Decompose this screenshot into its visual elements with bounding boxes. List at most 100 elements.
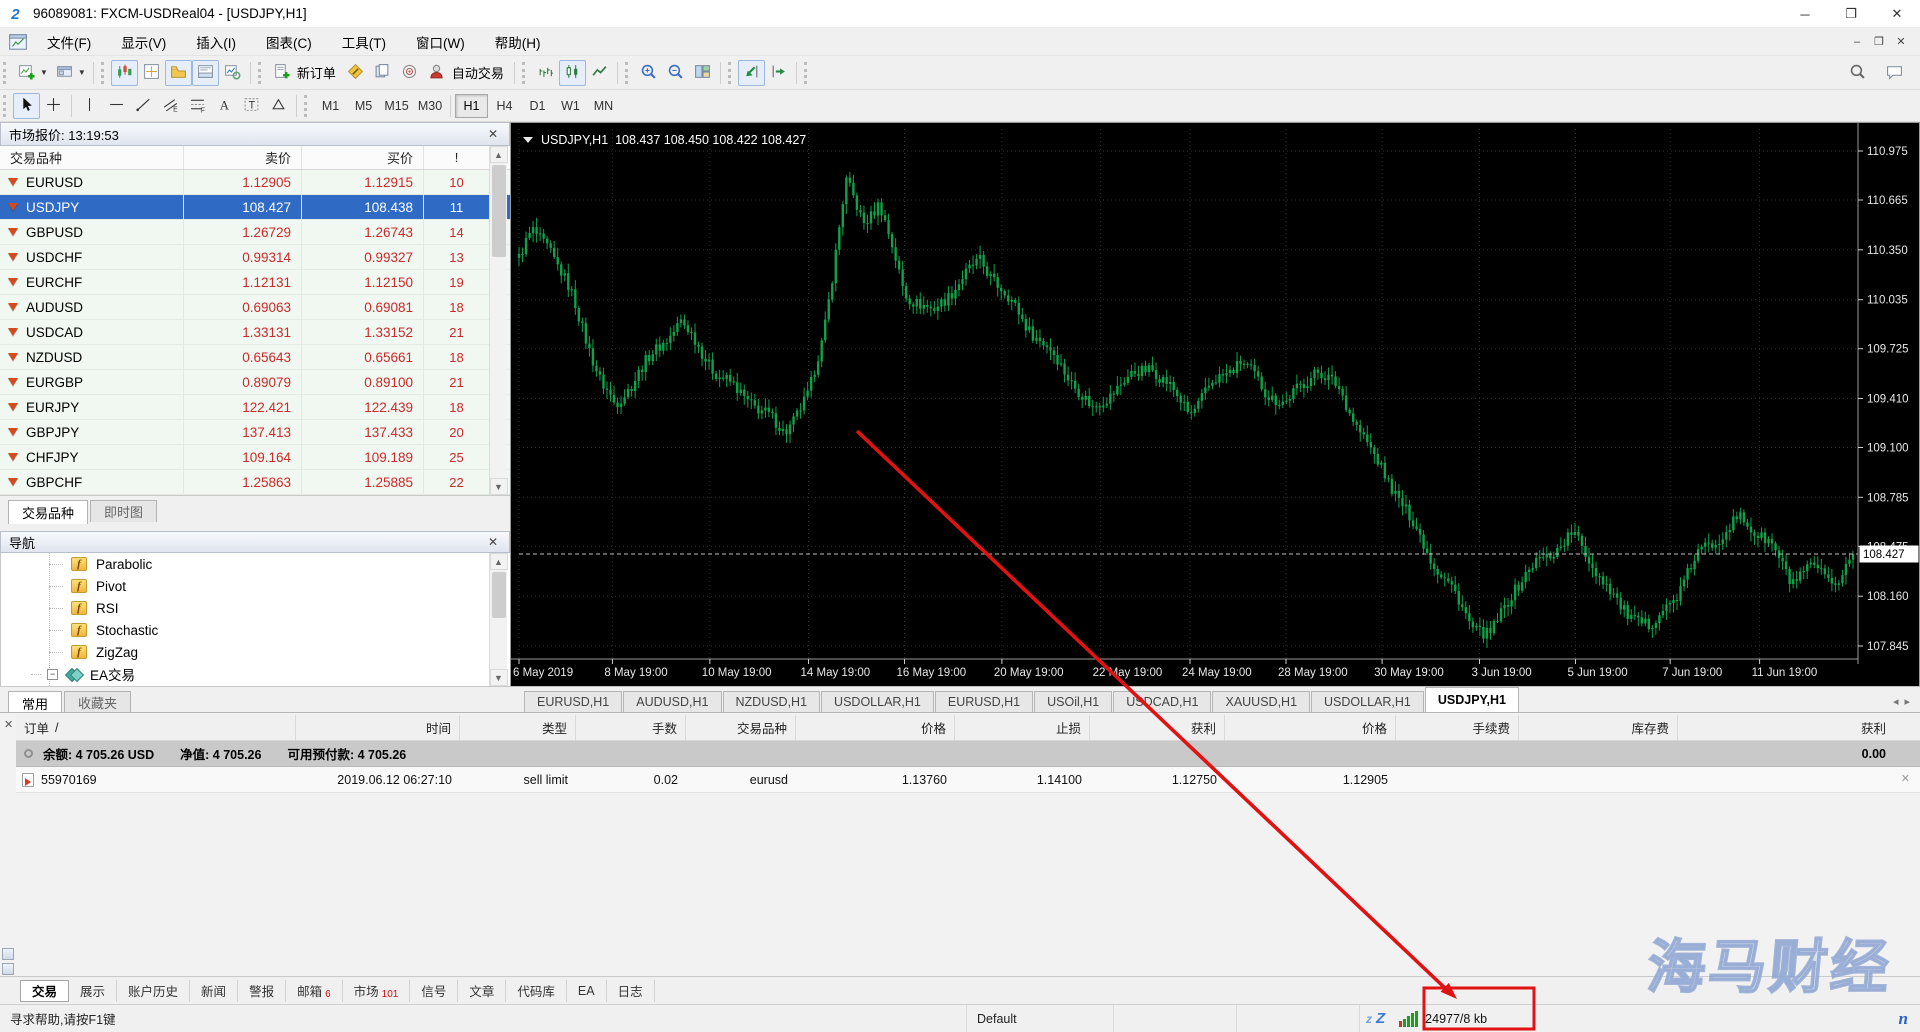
new-order-button[interactable] — [268, 60, 295, 86]
scroll-right-icon[interactable]: ▸ — [1904, 695, 1910, 708]
market-watch-button[interactable] — [110, 59, 138, 86]
horizontal-line-button[interactable] — [103, 93, 130, 119]
autotrading-button[interactable] — [423, 60, 450, 86]
chart-tab-9[interactable]: USDJPY,H1 — [1424, 687, 1519, 712]
scrollbar-thumb[interactable] — [491, 572, 506, 618]
channel-button[interactable]: E — [157, 93, 184, 119]
navigator-item-Stochastic[interactable]: f Stochastic — [1, 619, 510, 641]
terminal-column-7[interactable]: 获利 — [1090, 715, 1225, 740]
terminal-column-3[interactable]: 手数 — [576, 715, 686, 740]
market-watch-tab-即时图[interactable]: 即时图 — [90, 500, 158, 522]
timeframe-m30-button[interactable]: M30 — [413, 94, 446, 118]
terminal-tab-信号[interactable]: 信号 — [410, 979, 459, 1002]
symbol-row-eurgbp[interactable]: EURGBP 0.89079 0.89100 21 — [0, 370, 510, 395]
toolbar-grip[interactable] — [803, 61, 810, 84]
navigator-item-Pivot[interactable]: f Pivot — [1, 575, 510, 597]
candles-chart-button[interactable] — [558, 59, 586, 86]
navigator-item-ZigZag[interactable]: f ZigZag — [1, 641, 510, 663]
terminal-tab-EA[interactable]: EA — [567, 979, 607, 1002]
navigator-scrollbar[interactable]: ▲ ▼ — [489, 553, 508, 686]
terminal-tab-文章[interactable]: 文章 — [458, 979, 507, 1002]
terminal-column-8[interactable]: 价格 — [1225, 715, 1396, 740]
chart-tab-8[interactable]: USDOLLAR,H1 — [1311, 691, 1424, 712]
timeframe-h1-button[interactable]: H1 — [455, 93, 488, 118]
dock-icon[interactable] — [2, 963, 14, 975]
zoom-in-button[interactable] — [635, 60, 662, 86]
tree-collapse-icon[interactable]: − — [47, 668, 58, 680]
symbol-row-eurusd[interactable]: EURUSD 1.12905 1.12915 10 — [0, 170, 510, 195]
status-profile[interactable]: Default — [967, 1005, 1114, 1032]
symbol-row-audusd[interactable]: AUDUSD 0.69063 0.69081 18 — [0, 295, 510, 320]
symbol-row-usdchf[interactable]: USDCHF 0.99314 0.99327 13 — [0, 245, 510, 270]
scroll-down-icon[interactable]: ▼ — [489, 669, 508, 686]
chart-shift-button[interactable] — [765, 60, 792, 86]
open-order-row[interactable]: 55970169 2019.06.12 06:27:10 sell limit 0.0… — [16, 767, 1920, 793]
market-watch-scrollbar[interactable]: ▲ ▼ — [489, 146, 508, 495]
terminal-column-5[interactable]: 价格 — [796, 715, 955, 740]
optimization-button[interactable] — [396, 60, 423, 86]
timeframe-d1-button[interactable]: D1 — [521, 94, 554, 118]
tile-windows-button[interactable] — [689, 60, 716, 86]
profiles-button[interactable] — [51, 60, 78, 86]
new-order-label[interactable]: 新订单 — [297, 63, 336, 82]
terminal-tab-账户历史[interactable]: 账户历史 — [117, 979, 191, 1002]
symbol-row-nzdusd[interactable]: NZDUSD 0.65643 0.65661 18 — [0, 345, 510, 370]
data-window-button[interactable] — [138, 60, 165, 86]
terminal-tab-日志[interactable]: 日志 — [607, 979, 655, 1002]
navigator-item-RSI[interactable]: f RSI — [1, 597, 510, 619]
connection-bars-icon[interactable] — [1399, 1010, 1419, 1027]
navigator-button[interactable] — [164, 59, 192, 86]
search-button[interactable] — [1844, 60, 1871, 86]
dock-icon[interactable] — [2, 948, 14, 960]
chart-tab-1[interactable]: AUDUSD,H1 — [623, 691, 722, 712]
scroll-down-icon[interactable]: ▼ — [489, 478, 508, 495]
terminal-column-11[interactable]: 获利 — [1678, 715, 1920, 740]
new-chart-caret-icon[interactable]: ▼ — [40, 68, 48, 77]
terminal-tab-新闻[interactable]: 新闻 — [190, 979, 239, 1002]
column-header-2[interactable]: 买价 — [302, 146, 424, 169]
terminal-tab-代码库[interactable]: 代码库 — [506, 979, 567, 1002]
terminal-tab-邮箱[interactable]: 邮箱 6 — [286, 979, 343, 1002]
label-button[interactable]: T — [238, 93, 265, 119]
symbol-row-gbpjpy[interactable]: GBPJPY 137.413 137.433 20 — [0, 420, 510, 445]
toolbar-grip[interactable] — [304, 94, 310, 117]
vertical-line-button[interactable] — [76, 93, 103, 119]
terminal-column-6[interactable]: 止损 — [955, 715, 1090, 740]
text-button[interactable]: A — [211, 93, 238, 119]
docs-button[interactable] — [369, 60, 396, 86]
candlestick-chart-svg[interactable]: 110.975 110.665 110.350 110.035 109.725 109.4… — [511, 123, 1919, 685]
auto-scroll-button[interactable] — [737, 59, 765, 86]
symbol-row-usdcad[interactable]: USDCAD 1.33131 1.33152 21 — [0, 320, 510, 345]
scroll-up-icon[interactable]: ▲ — [489, 146, 508, 163]
chat-button[interactable] — [1881, 60, 1908, 86]
timeframe-h4-button[interactable]: H4 — [488, 94, 521, 118]
price-chart[interactable]: 110.975 110.665 110.350 110.035 109.725 109.4… — [510, 122, 1920, 686]
minimize-button[interactable]: ─ — [1782, 0, 1828, 28]
tester-button[interactable] — [219, 60, 246, 86]
symbol-row-gbpchf[interactable]: GBPCHF 1.25863 1.25885 22 — [0, 470, 510, 495]
toolbar-grip[interactable] — [3, 61, 9, 84]
timeframe-mn-button[interactable]: MN — [587, 94, 620, 118]
trendline-button[interactable] — [130, 93, 157, 119]
market-watch-tab-交易品种[interactable]: 交易品种 — [8, 500, 89, 524]
terminal-column-1[interactable]: 时间 — [296, 715, 460, 740]
mdi-close-button[interactable]: ✕ — [1890, 32, 1912, 52]
terminal-column-9[interactable]: 手续费 — [1396, 715, 1519, 740]
close-button[interactable]: ✕ — [1874, 0, 1920, 28]
auto-trading-label[interactable]: 自动交易 — [452, 63, 504, 82]
terminal-tab-市场[interactable]: 市场 101 — [343, 979, 411, 1002]
chart-tab-0[interactable]: EURUSD,H1 — [524, 691, 623, 712]
timeframe-m1-button[interactable]: M1 — [314, 94, 347, 118]
toolbar-grip[interactable] — [624, 61, 631, 84]
column-header-1[interactable]: 卖价 — [184, 146, 302, 169]
fibonacci-button[interactable]: F — [184, 93, 211, 119]
timeframe-m15-button[interactable]: M15 — [380, 94, 413, 118]
toolbar-grip[interactable] — [100, 61, 107, 84]
navigator-item-EA交易[interactable]: − EA交易 — [1, 663, 510, 685]
scrollbar-thumb[interactable] — [491, 165, 506, 257]
toolbar-grip[interactable] — [257, 61, 264, 84]
terminal-column-0[interactable]: 订单 / — [16, 715, 296, 740]
chart-tab-6[interactable]: USDCAD,H1 — [1113, 691, 1212, 712]
scroll-left-icon[interactable]: ◂ — [1893, 695, 1899, 708]
market-watch-close-icon[interactable]: ✕ — [485, 127, 501, 141]
